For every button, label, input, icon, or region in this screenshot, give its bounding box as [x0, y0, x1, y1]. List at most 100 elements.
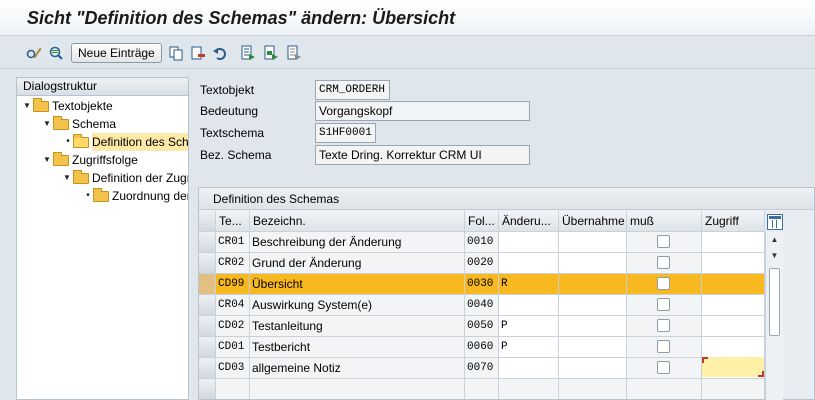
- column-config-icon[interactable]: [767, 214, 783, 230]
- cell-bezeichnung[interactable]: Grund der Änderung: [250, 253, 465, 274]
- page-title: Sicht "Definition des Schemas" ändern: Ü…: [27, 8, 456, 28]
- cell-folge[interactable]: 0050: [465, 316, 499, 337]
- cell-aenderung[interactable]: [499, 232, 559, 253]
- cell-zugriff[interactable]: [702, 232, 765, 253]
- row-selector[interactable]: [199, 358, 216, 379]
- muss-checkbox[interactable]: [657, 298, 670, 311]
- expand-arrow-icon[interactable]: ▼: [43, 115, 53, 133]
- row-selector[interactable]: [199, 316, 216, 337]
- cell-aenderung[interactable]: [499, 358, 559, 379]
- cell-zugriff[interactable]: [702, 337, 765, 358]
- cell-folge[interactable]: 0010: [465, 232, 499, 253]
- textobjekt-field[interactable]: CRM_ORDERH: [315, 80, 390, 100]
- new-entries-button[interactable]: Neue Einträge: [71, 43, 162, 63]
- cell-bezeichnung[interactable]: Beschreibung der Änderung: [250, 232, 465, 253]
- bez-schema-field[interactable]: Texte Dring. Korrektur CRM UI: [315, 145, 530, 165]
- scrollbar-thumb[interactable]: [769, 268, 780, 336]
- cell-bezeichnung[interactable]: Übersicht: [250, 274, 465, 295]
- dialog-structure-header: Dialogstruktur: [17, 78, 188, 96]
- scroll-up-icon[interactable]: ▲: [766, 232, 783, 248]
- textschema-field[interactable]: S1HF0001: [315, 123, 376, 143]
- expand-arrow-icon[interactable]: ▼: [63, 169, 73, 187]
- select-all-rows-button[interactable]: [199, 211, 216, 232]
- muss-checkbox[interactable]: [657, 277, 670, 290]
- focused-zugriff-cell[interactable]: [702, 357, 764, 377]
- row-selector[interactable]: [199, 337, 216, 358]
- vertical-scrollbar[interactable]: ▲ ▼: [765, 232, 783, 400]
- field-row-textschema: Textschema S1HF0001: [200, 123, 376, 143]
- cell-folge[interactable]: 0060: [465, 337, 499, 358]
- cell-bezeichnung[interactable]: Testbericht: [250, 337, 465, 358]
- copy-icon[interactable]: [168, 45, 184, 61]
- cell-uebernahme[interactable]: [559, 295, 627, 316]
- cell-te: CR02: [216, 253, 250, 274]
- cell-folge[interactable]: 0040: [465, 295, 499, 316]
- select-all-icon[interactable]: [240, 45, 256, 61]
- cell-empty: [499, 379, 559, 399]
- cell-bezeichnung[interactable]: allgemeine Notiz: [250, 358, 465, 379]
- muss-checkbox[interactable]: [657, 361, 670, 374]
- title-bar: Sicht "Definition des Schemas" ändern: Ü…: [0, 0, 815, 36]
- cell-uebernahme[interactable]: [559, 358, 627, 379]
- tree-node-zugriffsfolge[interactable]: ▼ Zugriffsfolge: [43, 151, 138, 169]
- cell-empty: [702, 379, 765, 399]
- cell-zugriff[interactable]: [702, 274, 765, 295]
- row-selector[interactable]: [199, 379, 216, 399]
- tree-node-zuordnung[interactable]: • Zuordnung der: [83, 187, 188, 205]
- bullet-icon: •: [66, 136, 70, 147]
- cell-aenderung[interactable]: P: [499, 337, 559, 358]
- cell-folge[interactable]: 0030: [465, 274, 499, 295]
- scroll-down-step-icon[interactable]: ▼: [766, 248, 783, 264]
- bedeutung-label: Bedeutung: [200, 104, 259, 118]
- cell-bezeichnung[interactable]: Auswirkung System(e): [250, 295, 465, 316]
- tree-node-definition-der-zugriffsfolge[interactable]: ▼ Definition der Zugriffsfolge: [63, 169, 188, 187]
- cell-zugriff[interactable]: [702, 295, 765, 316]
- column-header-zugriff[interactable]: Zugriff: [702, 211, 765, 232]
- folder-icon: [53, 151, 69, 166]
- undo-icon[interactable]: [212, 45, 228, 61]
- cell-zugriff[interactable]: [702, 253, 765, 274]
- muss-checkbox[interactable]: [657, 340, 670, 353]
- cell-aenderung[interactable]: R: [499, 274, 559, 295]
- deselect-all-icon[interactable]: [286, 45, 302, 61]
- application-toolbar: Neue Einträge: [0, 37, 815, 69]
- cell-uebernahme[interactable]: [559, 274, 627, 295]
- muss-checkbox[interactable]: [657, 319, 670, 332]
- row-selector[interactable]: [199, 232, 216, 253]
- column-header-uebernahme[interactable]: Übernahme: [559, 211, 627, 232]
- cell-uebernahme[interactable]: [559, 337, 627, 358]
- column-header-muss[interactable]: muß: [627, 211, 702, 232]
- bedeutung-field[interactable]: Vorgangskopf: [315, 101, 530, 121]
- cell-zugriff[interactable]: [702, 316, 765, 337]
- details-icon[interactable]: [48, 45, 64, 61]
- row-selector[interactable]: [199, 274, 216, 295]
- column-header-te[interactable]: Te...: [216, 211, 250, 232]
- muss-checkbox[interactable]: [657, 235, 670, 248]
- tree-node-textobjekte[interactable]: ▼ Textobjekte: [23, 97, 113, 115]
- tree-node-definition-des-schemas[interactable]: • Definition des Schemas: [63, 133, 188, 151]
- cell-uebernahme[interactable]: [559, 253, 627, 274]
- row-selector[interactable]: [199, 253, 216, 274]
- cell-empty: [627, 379, 702, 399]
- expand-arrow-icon[interactable]: ▼: [43, 151, 53, 169]
- cell-uebernahme[interactable]: [559, 232, 627, 253]
- tree-node-schema[interactable]: ▼ Schema: [43, 115, 116, 133]
- display-change-icon[interactable]: [26, 45, 42, 61]
- column-header-folge[interactable]: Fol...: [465, 211, 499, 232]
- cell-uebernahme[interactable]: [559, 316, 627, 337]
- column-header-bezeichnung[interactable]: Bezeichn.: [250, 211, 465, 232]
- cell-folge[interactable]: 0020: [465, 253, 499, 274]
- delete-icon[interactable]: [190, 45, 206, 61]
- expand-arrow-icon[interactable]: ▼: [23, 97, 33, 115]
- select-block-icon[interactable]: [263, 45, 279, 61]
- column-header-aenderung[interactable]: Änderu...: [499, 211, 559, 232]
- cell-folge[interactable]: 0070: [465, 358, 499, 379]
- row-selector[interactable]: [199, 295, 216, 316]
- cell-aenderung[interactable]: [499, 295, 559, 316]
- cell-empty: [465, 379, 499, 399]
- cell-muss: [627, 358, 702, 379]
- cell-bezeichnung[interactable]: Testanleitung: [250, 316, 465, 337]
- cell-aenderung[interactable]: [499, 253, 559, 274]
- muss-checkbox[interactable]: [657, 256, 670, 269]
- cell-aenderung[interactable]: P: [499, 316, 559, 337]
